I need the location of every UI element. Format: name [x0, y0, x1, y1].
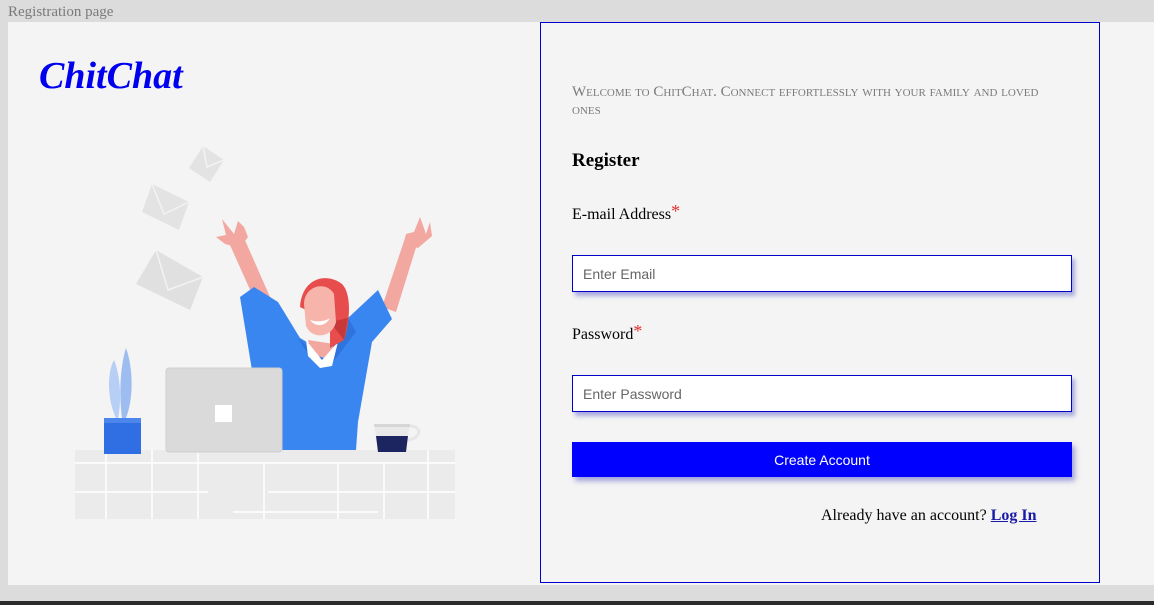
- password-label: Password*: [572, 321, 643, 344]
- login-link[interactable]: Log In: [991, 507, 1037, 524]
- welcome-message: Welcome to ChitChat. Connect effortlessl…: [572, 84, 1039, 118]
- celebration-illustration: [75, 145, 455, 519]
- plant-icon: [104, 348, 141, 454]
- email-required-mark: *: [671, 201, 681, 221]
- registration-page: ChitChat Welcome to ChitChat. Connect ef…: [8, 22, 1154, 585]
- envelope-icon: [189, 145, 225, 182]
- window-title: Registration page: [8, 4, 114, 20]
- coffee-mug-icon: [374, 424, 421, 452]
- desk: [75, 450, 455, 519]
- login-prompt-text: Already have an account?: [821, 507, 987, 524]
- email-label: E-mail Address*: [572, 201, 681, 224]
- laptop-icon: [165, 367, 283, 453]
- registration-panel: Welcome to ChitChat. Connect effortlessl…: [540, 22, 1100, 583]
- create-account-button[interactable]: Create Account: [572, 442, 1072, 477]
- password-input[interactable]: [572, 375, 1072, 412]
- form-heading: Register: [572, 150, 640, 171]
- taskbar-strip: [0, 601, 1154, 605]
- password-required-mark: *: [633, 321, 643, 341]
- password-label-text: Password: [572, 326, 634, 343]
- login-prompt-line: Already have an account? Log In: [821, 507, 1036, 525]
- envelope-icon: [142, 183, 190, 230]
- email-label-text: E-mail Address: [572, 206, 672, 223]
- envelope-icon: [136, 249, 204, 310]
- email-input[interactable]: [572, 255, 1072, 292]
